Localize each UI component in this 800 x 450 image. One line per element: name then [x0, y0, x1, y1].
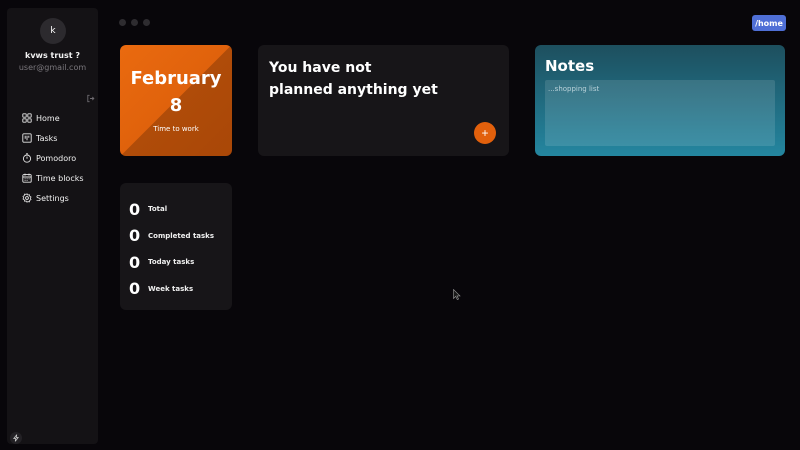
stat-value: 0: [129, 199, 141, 219]
sidebar-item-settings[interactable]: Settings: [22, 188, 84, 208]
date-month: February: [130, 68, 222, 89]
plan-empty-message: You have not planned anything yet: [269, 57, 469, 101]
stats-list: 0 Total 0 Completed tasks 0 Today tasks …: [129, 196, 214, 302]
logout-icon[interactable]: [86, 94, 95, 103]
stat-value: 0: [129, 279, 141, 299]
sidebar-item-tasks[interactable]: Tasks: [22, 128, 84, 148]
stat-label: Total: [148, 205, 168, 214]
stat-label: Completed tasks: [148, 231, 214, 240]
sidebar-item-label: Time blocks: [36, 173, 84, 183]
sidebar-item-pomodoro[interactable]: Pomodoro: [22, 148, 84, 168]
stat-total: 0 Total: [129, 196, 214, 223]
date-subtitle: Time to work: [153, 125, 199, 133]
sidebar-nav: Home Tasks Pomodoro Time blocks Settings: [22, 108, 84, 208]
plan-message-line: planned anything yet: [269, 82, 438, 98]
sidebar: k kvws trust ? user@gmail.com Home Tasks: [7, 8, 98, 444]
stat-today: 0 Today tasks: [129, 249, 214, 276]
window-dot[interactable]: [131, 19, 138, 26]
stat-label: Week tasks: [148, 284, 194, 293]
gear-icon: [22, 193, 32, 203]
grid-icon: [22, 113, 32, 123]
date-card: February 8 Time to work: [120, 45, 232, 156]
calendar-icon: [22, 173, 32, 183]
notes-card: Notes: [535, 45, 785, 156]
stat-week: 0 Week tasks: [129, 276, 214, 303]
stat-value: 0: [129, 252, 141, 272]
sidebar-item-time-blocks[interactable]: Time blocks: [22, 168, 84, 188]
add-plan-button[interactable]: +: [474, 122, 496, 144]
window-dot[interactable]: [119, 19, 126, 26]
window-controls: [119, 19, 150, 26]
sidebar-item-label: Settings: [36, 193, 69, 203]
stats-card: 0 Total 0 Completed tasks 0 Today tasks …: [120, 183, 232, 310]
timer-icon: [22, 153, 32, 163]
stat-label: Today tasks: [148, 258, 195, 267]
plan-message-line: You have not: [269, 60, 372, 76]
sidebar-item-label: Home: [36, 113, 60, 123]
bolt-icon[interactable]: [10, 432, 22, 444]
notes-title: Notes: [545, 57, 595, 75]
kanban-icon: [22, 133, 32, 143]
window-dot[interactable]: [143, 19, 150, 26]
sidebar-item-label: Pomodoro: [36, 153, 77, 163]
sidebar-item-home[interactable]: Home: [22, 108, 84, 128]
notes-input[interactable]: [545, 80, 775, 146]
plan-card: You have not planned anything yet +: [258, 45, 509, 156]
date-day: 8: [169, 95, 183, 116]
stat-completed: 0 Completed tasks: [129, 223, 214, 250]
route-badge: /home: [752, 15, 786, 31]
stat-value: 0: [129, 226, 141, 246]
user-name: kvws trust ?: [25, 51, 80, 60]
user-email: user@gmail.com: [18, 63, 87, 72]
sidebar-item-label: Tasks: [36, 133, 58, 143]
avatar[interactable]: k: [40, 18, 66, 44]
mouse-cursor-icon: [453, 289, 461, 300]
